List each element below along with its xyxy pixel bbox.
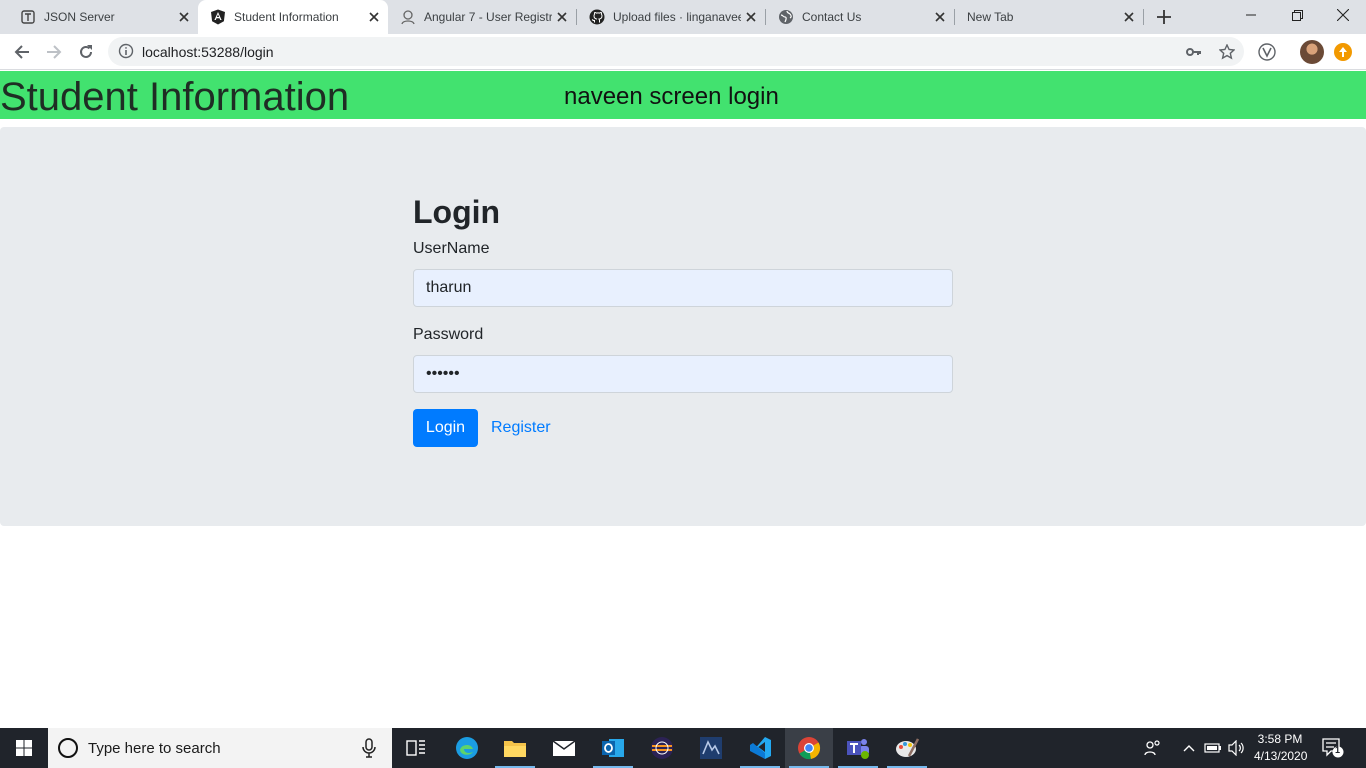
close-window-button[interactable] [1320, 0, 1366, 30]
search-placeholder: Type here to search [88, 740, 221, 757]
restore-button[interactable] [1274, 0, 1320, 30]
tab-contact-us[interactable]: Contact Us [766, 0, 954, 34]
taskbar-search[interactable]: Type here to search [48, 728, 392, 768]
app-header: Student Information naveen screen login [0, 71, 1366, 119]
file-explorer-app[interactable] [491, 728, 539, 768]
arrow-left-icon [14, 45, 29, 59]
edge-app[interactable] [443, 728, 491, 768]
tab-student-information[interactable]: Student Information [198, 0, 388, 34]
extension-icon[interactable] [1334, 43, 1352, 61]
cortana-icon [58, 738, 78, 758]
new-tab-button[interactable] [1152, 5, 1176, 29]
windows-taskbar: Type here to search 3:58 PM 4/13/2020 1 [0, 728, 1366, 768]
username-input[interactable] [413, 269, 953, 307]
back-button[interactable] [8, 38, 36, 66]
start-button[interactable] [0, 728, 48, 768]
close-icon[interactable] [176, 9, 192, 25]
forward-button[interactable] [40, 38, 68, 66]
clock-date: 4/13/2020 [1254, 749, 1308, 763]
login-button[interactable]: Login [413, 409, 478, 447]
notification-count: 1 [1335, 745, 1341, 755]
minimize-icon [1246, 14, 1256, 16]
system-clock[interactable]: 3:58 PM 4/13/2020 [1254, 731, 1308, 765]
tab-title: New Tab [967, 10, 1014, 24]
json-server-icon [20, 9, 36, 25]
edge-icon [456, 737, 478, 759]
browser-toolbar: localhost:53288/login [0, 34, 1366, 70]
angular-icon [210, 9, 226, 25]
github-icon [589, 9, 605, 25]
login-heading: Login [413, 194, 501, 230]
sql-server-app[interactable] [687, 728, 735, 768]
globe-icon [778, 9, 794, 25]
key-icon[interactable] [1185, 43, 1203, 61]
chevron-up-icon[interactable] [1179, 738, 1199, 758]
tab-title: Angular 7 - User Registr [424, 10, 552, 24]
volume-icon[interactable] [1227, 738, 1247, 758]
password-label: Password [413, 326, 484, 343]
eclipse-icon [651, 737, 673, 759]
chrome-icon [798, 737, 821, 760]
teams-icon [847, 739, 869, 759]
mail-icon [552, 740, 576, 756]
app-title: Student Information [0, 75, 350, 119]
login-panel: Login UserName Password Login Register [0, 127, 1366, 526]
teams-app[interactable] [834, 728, 882, 768]
action-center-button[interactable]: 1 [1322, 738, 1344, 758]
outlook-app[interactable] [589, 728, 637, 768]
star-icon[interactable] [1218, 43, 1236, 61]
sql-server-icon [700, 737, 722, 759]
tab-json-server[interactable]: JSON Server [8, 0, 198, 34]
vscode-icon [750, 737, 771, 759]
chrome-app[interactable] [785, 728, 833, 768]
tab-title: Contact Us [802, 10, 862, 24]
info-icon[interactable] [118, 43, 134, 59]
register-link[interactable]: Register [491, 419, 551, 437]
close-icon [1337, 9, 1349, 21]
close-icon[interactable] [366, 9, 382, 25]
mail-app[interactable] [540, 728, 588, 768]
people-icon[interactable] [1143, 738, 1163, 758]
reload-icon [80, 45, 92, 58]
eclipse-app[interactable] [638, 728, 686, 768]
microphone-icon[interactable] [362, 738, 376, 758]
close-icon[interactable] [743, 9, 759, 25]
paint-icon [896, 738, 919, 757]
task-view-icon [406, 740, 425, 756]
minimize-button[interactable] [1228, 0, 1274, 30]
paint-app[interactable] [883, 728, 931, 768]
vue-devtools-icon[interactable] [1256, 41, 1278, 63]
address-bar[interactable]: localhost:53288/login [108, 37, 1244, 66]
close-icon[interactable] [554, 9, 570, 25]
avatar-icon [400, 9, 416, 25]
folder-icon [504, 741, 526, 757]
url-text: localhost:53288/login [142, 44, 274, 60]
password-input[interactable] [413, 355, 953, 393]
close-icon[interactable] [1121, 9, 1137, 25]
close-icon[interactable] [932, 9, 948, 25]
windows-icon [16, 740, 32, 756]
app-subtitle: naveen screen login [564, 83, 779, 110]
plus-icon [1157, 10, 1171, 24]
tab-title: Student Information [234, 10, 339, 24]
reload-button[interactable] [72, 38, 100, 66]
task-view-button[interactable] [392, 728, 440, 768]
tab-title: Upload files · linganaveen [613, 10, 741, 24]
tab-new-tab[interactable]: New Tab [955, 0, 1143, 34]
vscode-app[interactable] [736, 728, 784, 768]
tab-upload-files[interactable]: Upload files · linganaveen [577, 0, 765, 34]
browser-tab-strip: JSON Server Student Information Angular … [0, 0, 1366, 34]
clock-time: 3:58 PM [1257, 732, 1303, 746]
restore-icon [1291, 9, 1303, 21]
tab-separator [1143, 9, 1144, 25]
tab-angular-registration[interactable]: Angular 7 - User Registr [388, 0, 576, 34]
username-label: UserName [413, 240, 490, 257]
profile-avatar[interactable] [1300, 40, 1324, 64]
battery-icon[interactable] [1203, 738, 1223, 758]
tab-title: JSON Server [44, 10, 115, 24]
arrow-right-icon [47, 45, 62, 59]
outlook-icon [602, 739, 624, 757]
